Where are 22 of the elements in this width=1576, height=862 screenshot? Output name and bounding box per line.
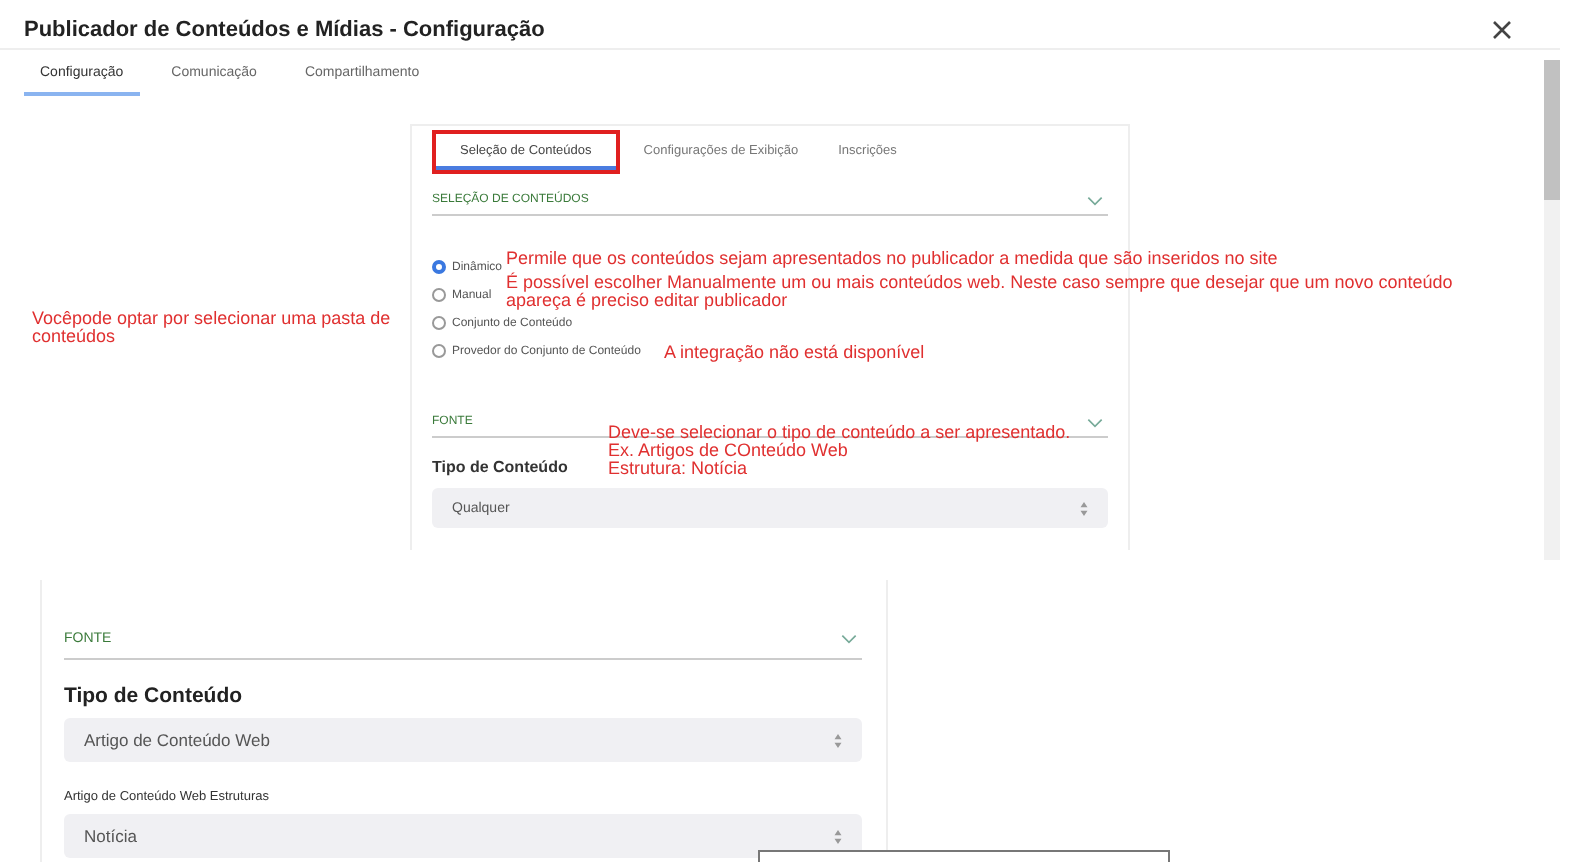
chevron-icon[interactable] xyxy=(1086,417,1104,427)
chevron-icon[interactable] xyxy=(840,634,858,644)
field-label: Tipo de Conteúdo xyxy=(64,684,245,708)
radio-button[interactable] xyxy=(432,316,446,330)
annotation-note: Deve-se selecionar o tipo de conteúdo a ser apresentado. Ex. Artigos de COnteúdo Web Estrutura: Notícia xyxy=(608,424,1071,478)
up-down-arrows-icon xyxy=(1080,501,1088,515)
up-down-arrows-icon xyxy=(834,829,842,843)
annotation-note: É possível escolher Manualmente um ou mais conteúdos web. Neste caso sempre que desejar que um novo conteúdo apareça é preciso editar publicador xyxy=(506,274,1453,310)
select-field[interactable]: Artigo de Conteúdo Web xyxy=(64,718,862,762)
annotation-note: Permile que os conteúdos sejam apresentados no publicador a medida que são inseridos no site xyxy=(506,250,1278,268)
close-icon[interactable] xyxy=(1492,20,1512,40)
radio-button[interactable] xyxy=(432,344,446,358)
radio-button[interactable] xyxy=(432,288,446,302)
field-label: Tipo de Conteúdo xyxy=(432,458,568,476)
up-down-arrows-icon xyxy=(834,733,842,747)
chevron-icon[interactable] xyxy=(1086,195,1104,205)
window-title: Publicador de Conteúdos e Mídias - Configuração xyxy=(24,18,545,42)
radio-button[interactable] xyxy=(432,260,446,274)
annotation-note: Vocêpode optar por selecionar uma pasta de conteúdos xyxy=(32,310,391,346)
select-field[interactable]: Notícia xyxy=(64,814,862,858)
annotation-note: A integração não está disponível xyxy=(664,344,925,362)
scrollbar[interactable] xyxy=(1544,60,1560,560)
